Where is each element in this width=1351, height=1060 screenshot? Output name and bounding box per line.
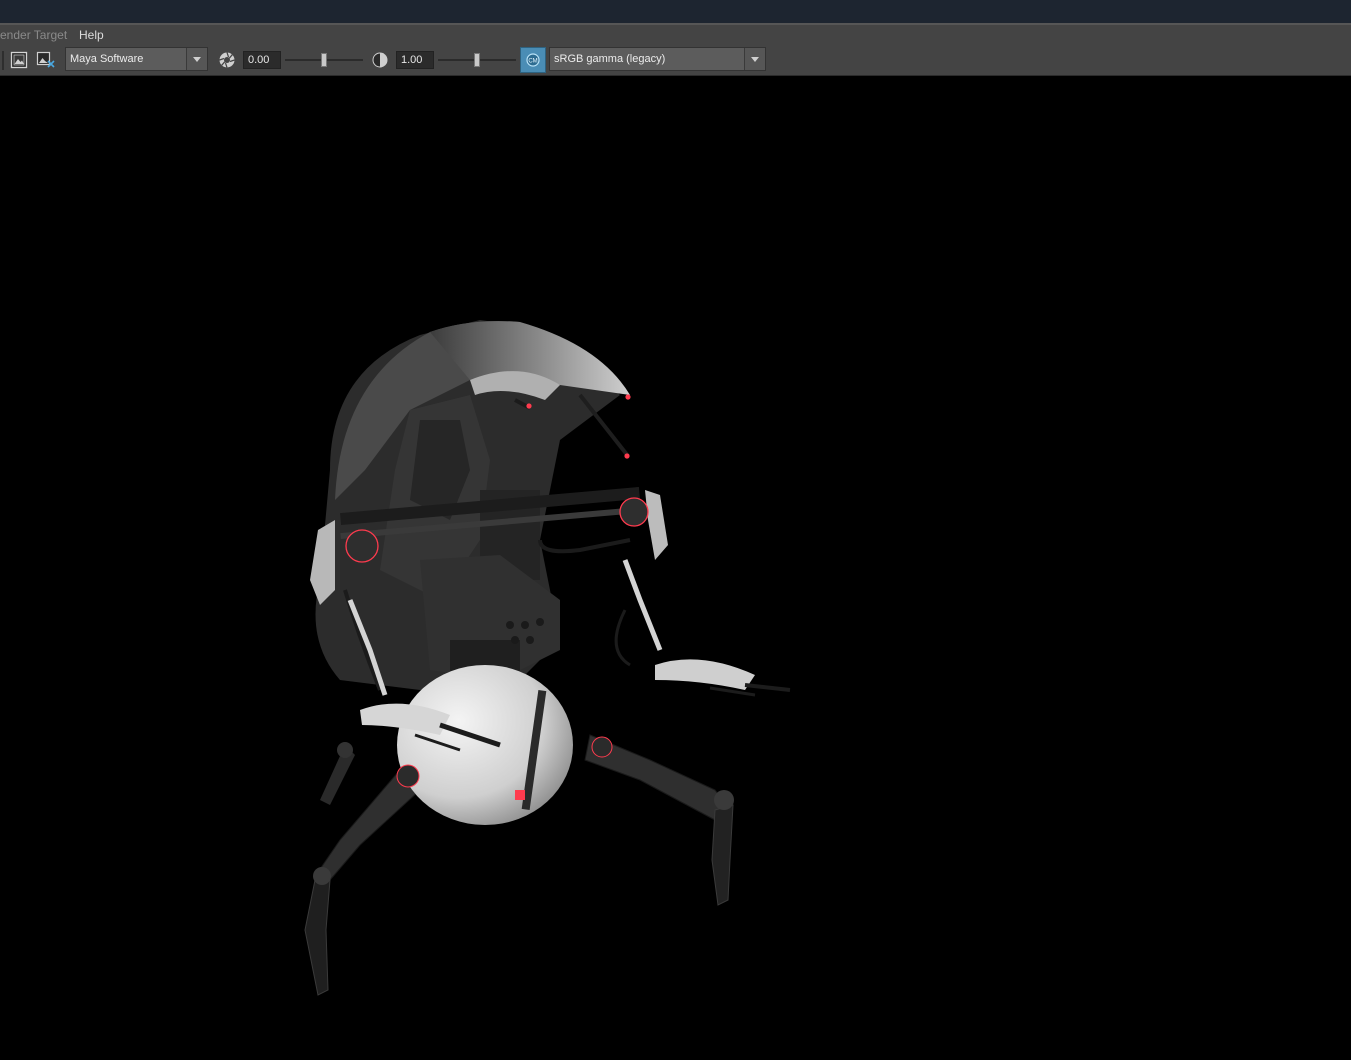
render-viewport[interactable] — [0, 76, 1351, 1057]
chevron-down-icon — [186, 48, 207, 70]
menu-render-target[interactable]: ender Target — [0, 28, 67, 42]
gamma-slider-handle[interactable] — [474, 53, 480, 67]
remove-image-icon[interactable] — [36, 50, 56, 70]
exposure-slider-handle[interactable] — [321, 53, 327, 67]
render-view-icon[interactable] — [9, 50, 29, 70]
svg-text:CM: CM — [528, 59, 537, 65]
window-title-bar — [0, 0, 1351, 23]
color-management-icon: CM — [526, 53, 540, 67]
color-management-button[interactable]: CM — [520, 47, 546, 73]
gamma-contrast-icon[interactable] — [370, 50, 390, 70]
exposure-field[interactable]: 0.00 — [243, 51, 281, 69]
view-transform-dropdown[interactable]: sRGB gamma (legacy) — [549, 47, 766, 71]
toolbar-separator — [2, 51, 4, 70]
render-view-toolbar: Maya Software 0.00 1.00 CM sRGB gamma (l… — [0, 45, 1351, 76]
menu-help[interactable]: Help — [79, 28, 104, 42]
menu-bar: ender Target Help — [0, 25, 1351, 45]
rendered-droid-image — [304, 320, 791, 996]
gamma-field[interactable]: 1.00 — [396, 51, 434, 69]
view-transform-value: sRGB gamma (legacy) — [554, 53, 666, 65]
renderer-dropdown-value: Maya Software — [70, 53, 144, 65]
renderer-dropdown[interactable]: Maya Software — [65, 47, 208, 71]
aperture-icon[interactable] — [217, 50, 237, 70]
chevron-down-icon — [744, 48, 765, 70]
